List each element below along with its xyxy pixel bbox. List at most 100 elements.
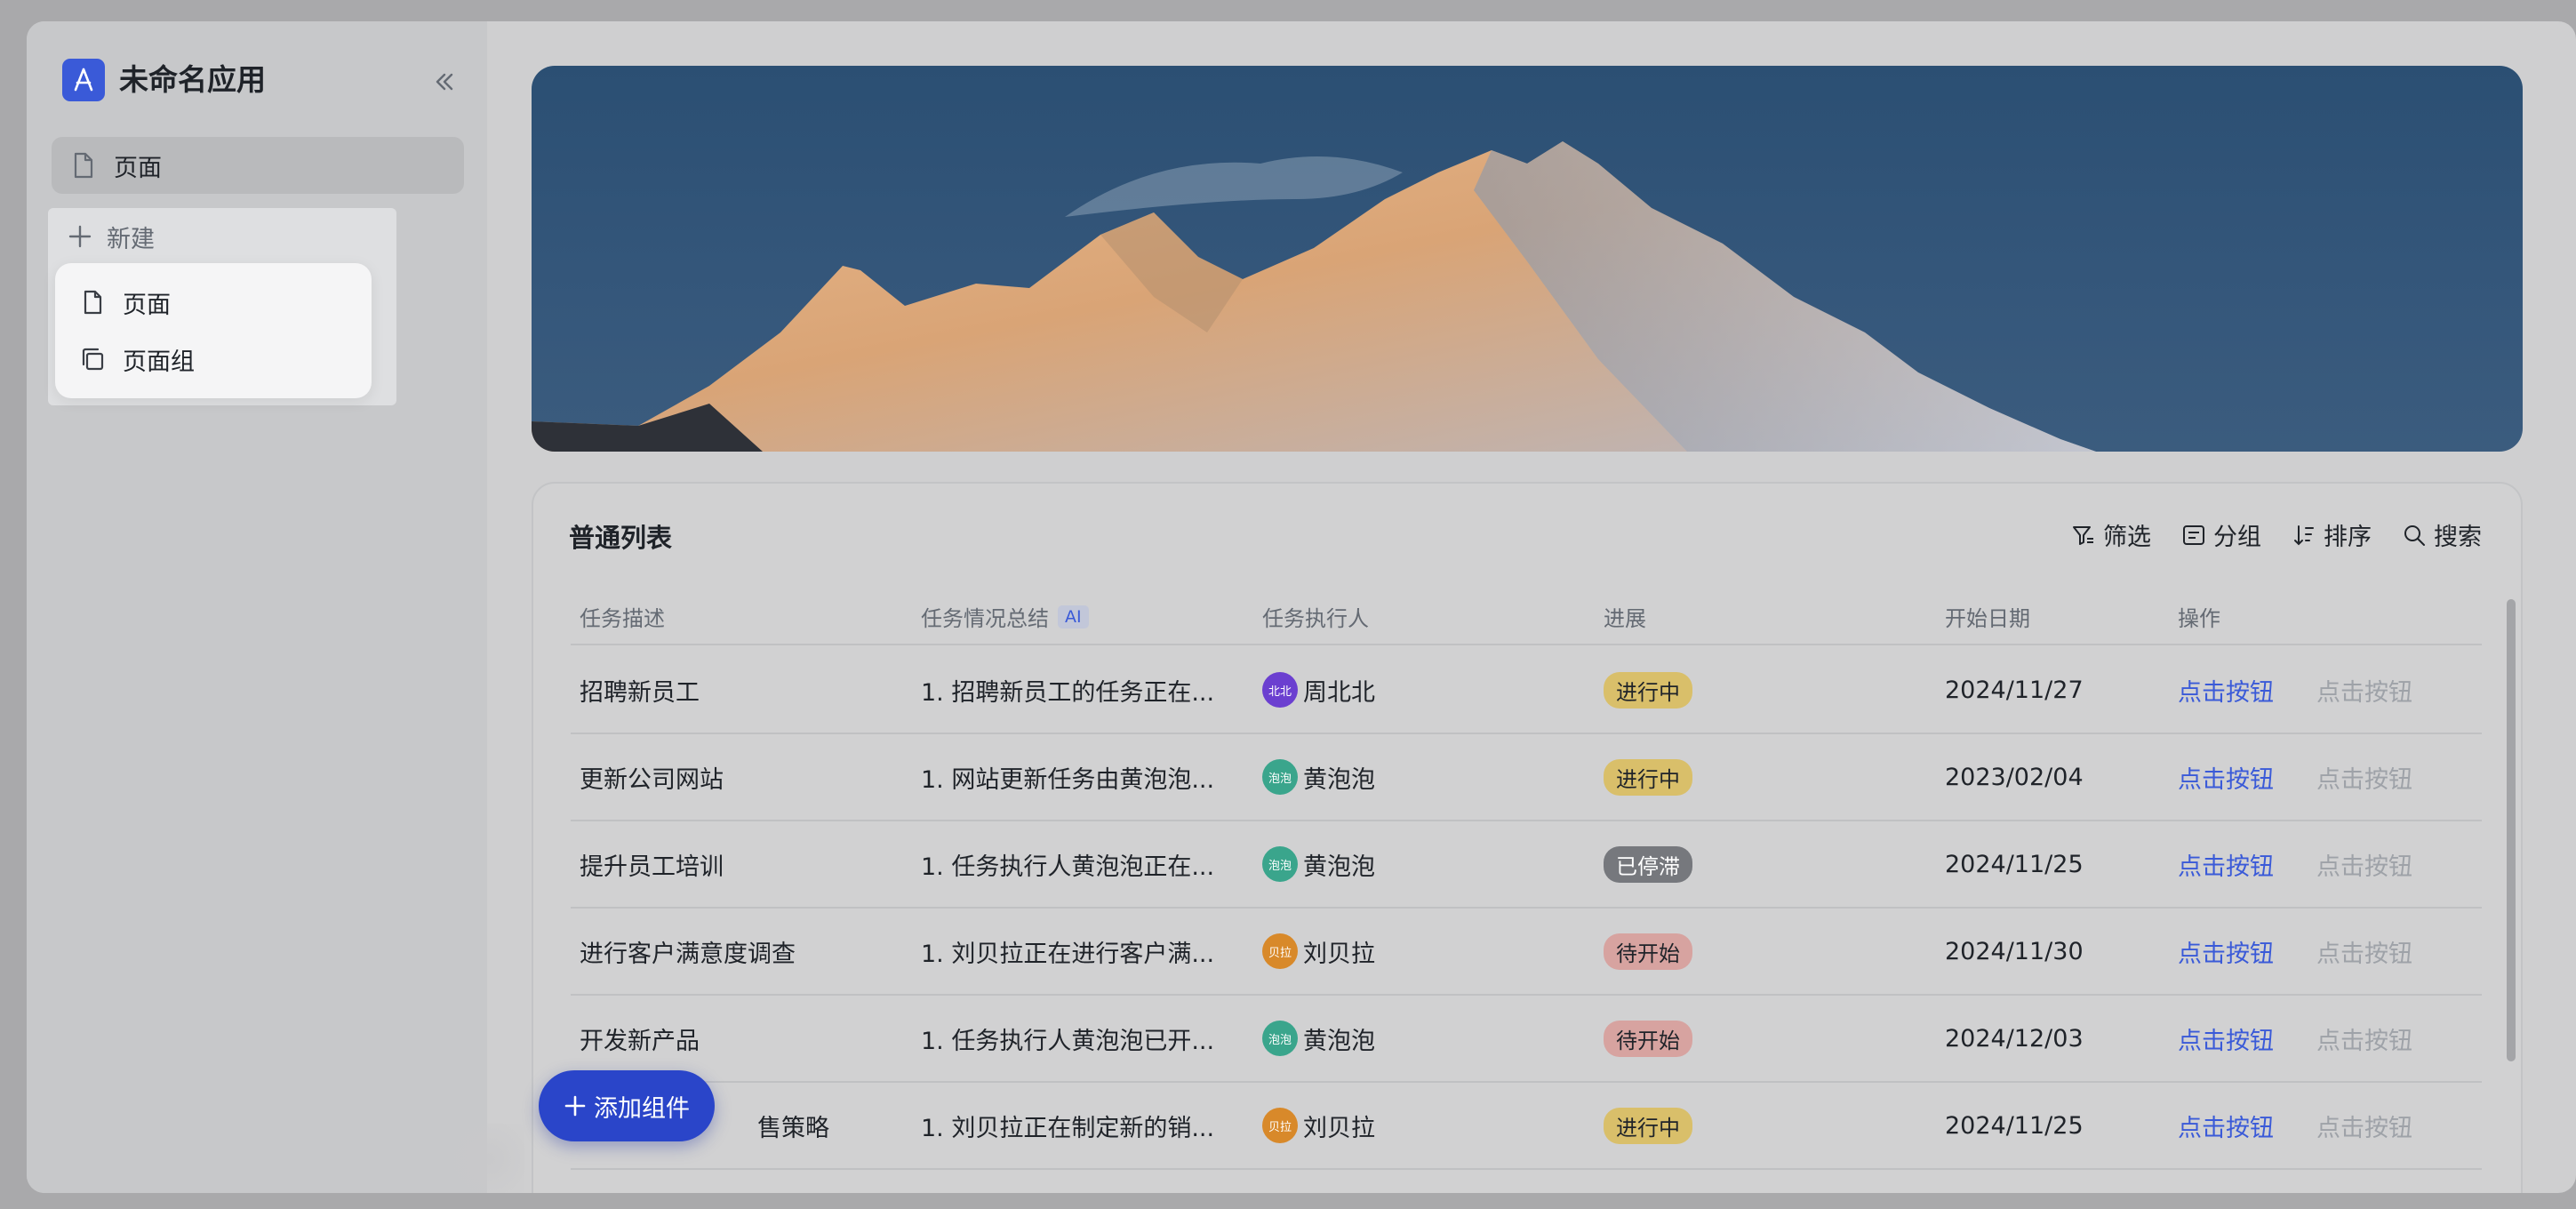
avatar: 北北 [1262,672,1298,708]
action-button-disabled[interactable]: 点击按钮 [2316,1109,2412,1143]
avatar: 泡泡 [1262,846,1298,882]
cell-start-date: 2024/11/27 [1945,676,2084,704]
table-row[interactable]: 售策略 1. 刘贝拉正在制定新的销... 贝拉 刘贝拉 进行中 2024/11/25 点击按… [571,1083,2482,1170]
cell-progress: 进行中 [1604,647,1692,733]
cell-assignee: 泡泡 黄泡泡 [1262,734,1375,820]
cell-actions: 点击按钮 点击按钮 [2178,734,2412,820]
avatar: 泡泡 [1262,1021,1298,1056]
new-button-label: 新建 [107,225,155,253]
cell-task: 招聘新员工 [580,678,700,707]
page-icon [78,288,107,316]
cell-task: 售策略 [757,1114,829,1142]
search-button[interactable]: 搜索 [2402,517,2482,552]
app-window: 未命名应用 页面 新建 页面 页面组 普通列表 筛选 分组 排序 搜索 任务描述… [27,21,2576,1193]
app-title: 未命名应用 [119,62,266,97]
cell-task: 进行客户满意度调查 [580,940,796,968]
action-button-primary[interactable]: 点击按钮 [2178,673,2274,708]
assignee-name: 黄泡泡 [1303,853,1375,881]
banner-image[interactable] [532,66,2523,452]
table-row[interactable]: 招聘新员工 1. 招聘新员工的任务正在... 北北 周北北 进行中 2024/11/27 点… [571,647,2482,734]
cell-actions: 点击按钮 点击按钮 [2178,647,2412,733]
cell-summary: 1. 招聘新员工的任务正在... [921,678,1215,707]
action-button-primary[interactable]: 点击按钮 [2178,847,2274,882]
cell-progress: 进行中 [1604,1083,1692,1168]
collapse-sidebar-icon[interactable] [428,66,460,98]
cell-progress: 待开始 [1604,909,1692,994]
menu-item-new-page[interactable]: 页面 [78,283,171,322]
cell-summary: 1. 刘贝拉正在制定新的销... [921,1114,1215,1142]
cell-start-date: 2024/11/25 [1945,1111,2084,1140]
table-row[interactable]: 提升员工培训 1. 任务执行人黄泡泡正在... 泡泡 黄泡泡 已停滞 2024/11/25… [571,821,2482,909]
action-button-disabled[interactable]: 点击按钮 [2316,673,2412,708]
status-badge: 待开始 [1604,1020,1692,1057]
cell-actions: 点击按钮 点击按钮 [2178,1083,2412,1168]
plus-icon [564,1094,587,1117]
table-row[interactable]: 更新公司网站 1. 网站更新任务由黄泡泡... 泡泡 黄泡泡 进行中 2023/02/04… [571,734,2482,821]
action-button-primary[interactable]: 点击按钮 [2178,1021,2274,1056]
column-header-start-date: 开始日期 [1945,606,2030,631]
group-button[interactable]: 分组 [2181,517,2261,552]
cell-progress: 已停滞 [1604,821,1692,907]
group-icon [2181,523,2206,548]
action-button-primary[interactable]: 点击按钮 [2178,1109,2274,1143]
status-badge: 进行中 [1604,671,1692,709]
menu-item-new-page-group[interactable]: 页面组 [78,340,195,379]
status-badge: 已停滞 [1604,845,1692,883]
ai-badge: AI [1058,604,1089,629]
sort-icon [2292,523,2316,548]
list-title: 普通列表 [569,523,673,553]
cell-task: 提升员工培训 [580,853,724,881]
cell-summary: 1. 网站更新任务由黄泡泡... [921,765,1215,794]
status-badge: 待开始 [1604,933,1692,970]
column-header-progress: 进展 [1604,606,1646,631]
list-toolbar: 筛选 分组 排序 搜索 [2041,517,2482,552]
add-component-label: 添加组件 [594,1094,690,1123]
cell-assignee: 泡泡 黄泡泡 [1262,821,1375,907]
table-row[interactable]: 开发新产品 1. 任务执行人黄泡泡已开... 泡泡 黄泡泡 待开始 2024/12/03 点… [571,996,2482,1083]
cell-task: 更新公司网站 [580,765,724,794]
assignee-name: 黄泡泡 [1303,765,1375,794]
cell-progress: 进行中 [1604,734,1692,820]
cell-assignee: 贝拉 刘贝拉 [1262,909,1375,994]
cell-start-date: 2024/11/30 [1945,937,2084,965]
column-header-actions: 操作 [2178,606,2220,631]
menu-item-label: 页面组 [123,348,195,376]
new-menu-panel: 新建 页面 页面组 [48,208,396,405]
group-label: 分组 [2213,524,2261,551]
search-label: 搜索 [2434,524,2482,551]
column-header-task: 任务描述 [580,606,665,631]
search-icon [2402,523,2427,548]
sort-button[interactable]: 排序 [2292,517,2372,552]
action-button-disabled[interactable]: 点击按钮 [2316,847,2412,882]
action-button-disabled[interactable]: 点击按钮 [2316,1021,2412,1056]
header-divider [571,644,2482,645]
sidebar-item-page[interactable]: 页面 [52,137,464,194]
cell-actions: 点击按钮 点击按钮 [2178,909,2412,994]
assignee-name: 周北北 [1303,678,1375,707]
avatar: 泡泡 [1262,759,1298,795]
add-component-button[interactable]: 添加组件 [539,1070,715,1141]
action-button-disabled[interactable]: 点击按钮 [2316,760,2412,795]
cell-actions: 点击按钮 点击按钮 [2178,821,2412,907]
table-row[interactable]: 进行客户满意度调查 1. 刘贝拉正在进行客户满... 贝拉 刘贝拉 待开始 2024/11… [571,909,2482,996]
action-button-primary[interactable]: 点击按钮 [2178,760,2274,795]
sidebar-item-label: 页面 [114,154,162,182]
action-button-primary[interactable]: 点击按钮 [2178,934,2274,969]
filter-button[interactable]: 筛选 [2071,517,2151,552]
filter-icon [2071,523,2096,548]
cell-start-date: 2023/02/04 [1945,763,2084,791]
new-button[interactable]: 新建 [66,219,155,254]
assignee-name: 刘贝拉 [1303,940,1375,968]
sort-label: 排序 [2324,524,2372,551]
action-button-disabled[interactable]: 点击按钮 [2316,934,2412,969]
status-badge: 进行中 [1604,758,1692,796]
vertical-scrollbar[interactable] [2507,599,2516,1061]
column-header-summary: 任务情况总结 AI [921,601,1089,632]
cell-summary: 1. 刘贝拉正在进行客户满... [921,940,1215,968]
app-logo-icon [62,59,105,101]
menu-item-label: 页面 [123,291,171,319]
column-header-summary-label: 任务情况总结 [921,606,1049,631]
status-badge: 进行中 [1604,1107,1692,1144]
assignee-name: 刘贝拉 [1303,1114,1375,1142]
main-canvas: 普通列表 筛选 分组 排序 搜索 任务描述 任务情况总结 AI 任务执行人 进展… [487,21,2576,1193]
